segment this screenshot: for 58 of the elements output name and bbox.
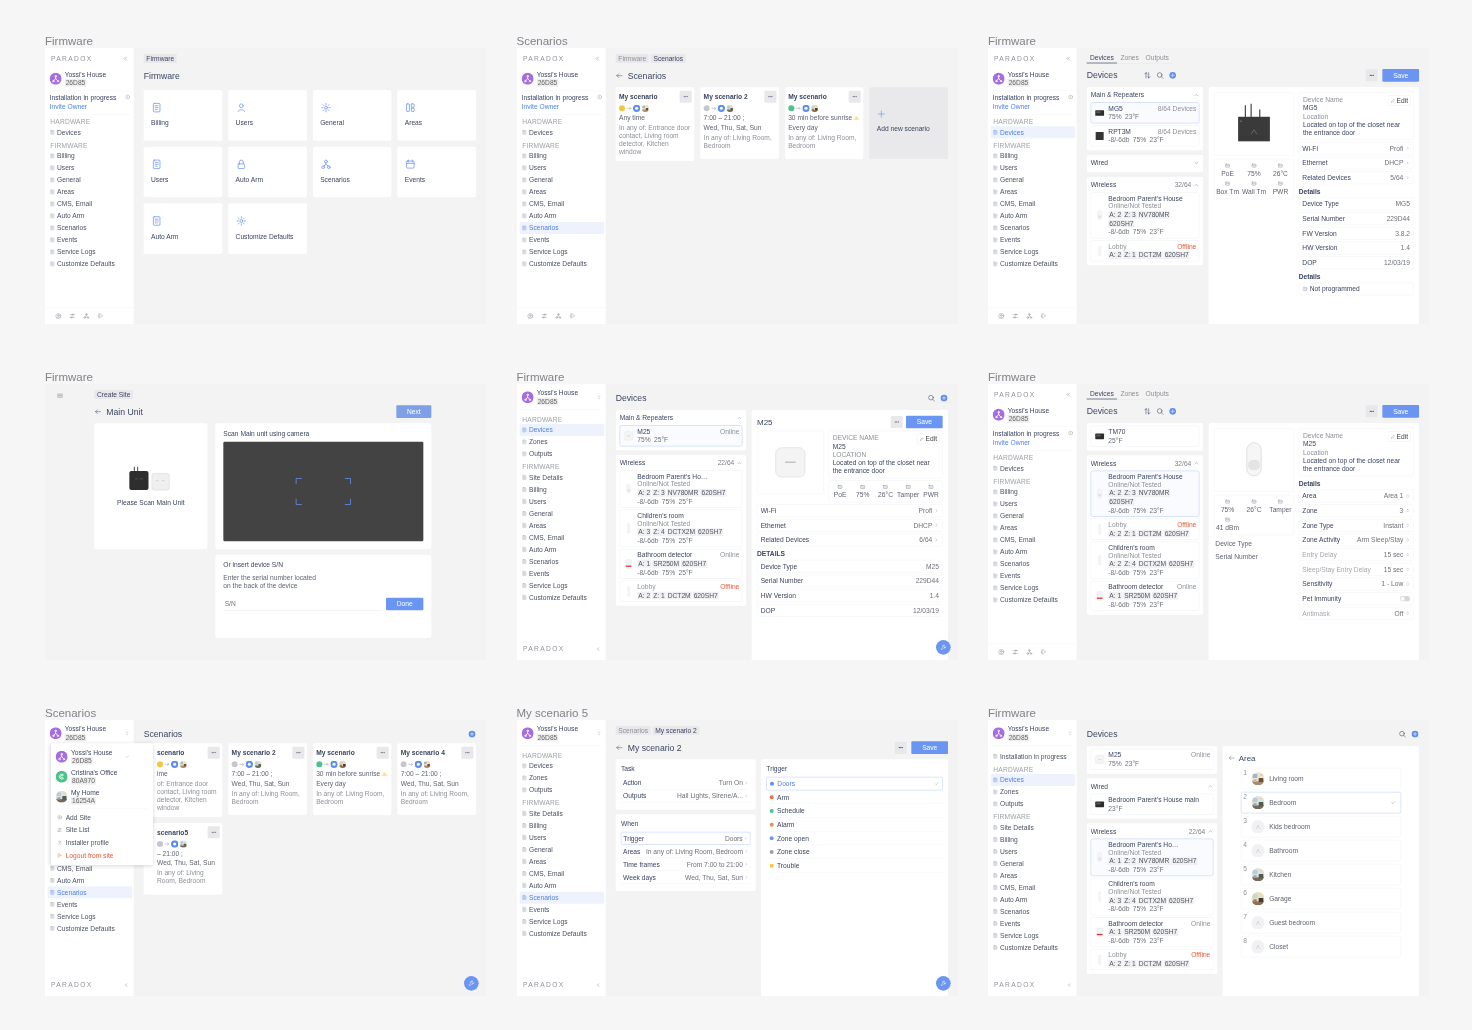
more-button[interactable] [376,746,389,759]
more-button[interactable] [848,90,861,103]
page-title: Scenarios [143,728,183,740]
frame-caption: Firmware [45,370,94,384]
frame-caption: Scenarios [516,34,569,48]
site-avatar [521,72,534,85]
action-icon [330,760,338,768]
action-icon [171,840,179,848]
frame-caption: Scenarios [45,706,98,720]
action-icon [245,760,253,768]
page-title: Devices [615,392,646,404]
add-icon[interactable] [1168,71,1177,80]
frame-caption: Firmware [988,706,1037,720]
toggle-switch[interactable] [1400,596,1410,602]
action-icon [414,760,423,768]
site-avatar [992,408,1005,421]
site-avatar [992,727,1005,740]
page-title: My scenario 2 [627,742,682,753]
panel-title: M25 [756,417,773,427]
page-title: Devices [1086,406,1118,417]
more-button[interactable] [679,90,692,103]
more-button[interactable] [207,826,220,839]
more-button[interactable] [207,746,220,759]
more-button[interactable] [890,416,903,428]
page-title: Scenarios [627,70,666,81]
page-title: Devices [1086,728,1118,740]
page-title: Devices [1086,70,1118,81]
action-icon [801,104,809,112]
frame-caption: Firmware [988,34,1037,48]
add-icon[interactable] [1168,407,1177,416]
site-avatar [521,391,534,404]
add-icon[interactable] [1411,730,1419,738]
action-icon [717,104,725,112]
hub-drawing [1093,753,1106,766]
more-button[interactable] [292,746,305,759]
panel-title: Area [1238,753,1256,763]
repeater-drawing [1093,129,1106,142]
frame-caption: Firmware [988,370,1037,384]
site-avatar [49,727,62,740]
site-avatar [992,72,1005,85]
page-title: Main Unit [106,406,143,417]
hub-drawing [622,429,635,442]
action-icon [171,760,179,768]
more-button[interactable] [763,90,776,103]
frame-caption: My scenario 5 [516,706,590,720]
action-icon [632,104,640,112]
page-title: Firmware [143,70,180,81]
more-button[interactable] [461,746,474,759]
more-button[interactable] [1365,69,1378,82]
frame-caption: Firmware [45,34,94,48]
more-button[interactable] [1365,405,1378,418]
wrench-button[interactable] [464,976,479,991]
site-avatar [49,72,62,85]
frame-caption: Firmware [516,370,566,384]
add-icon[interactable] [468,730,476,738]
more-button[interactable] [894,741,907,754]
site-avatar [521,727,534,740]
add-icon[interactable] [939,394,948,402]
